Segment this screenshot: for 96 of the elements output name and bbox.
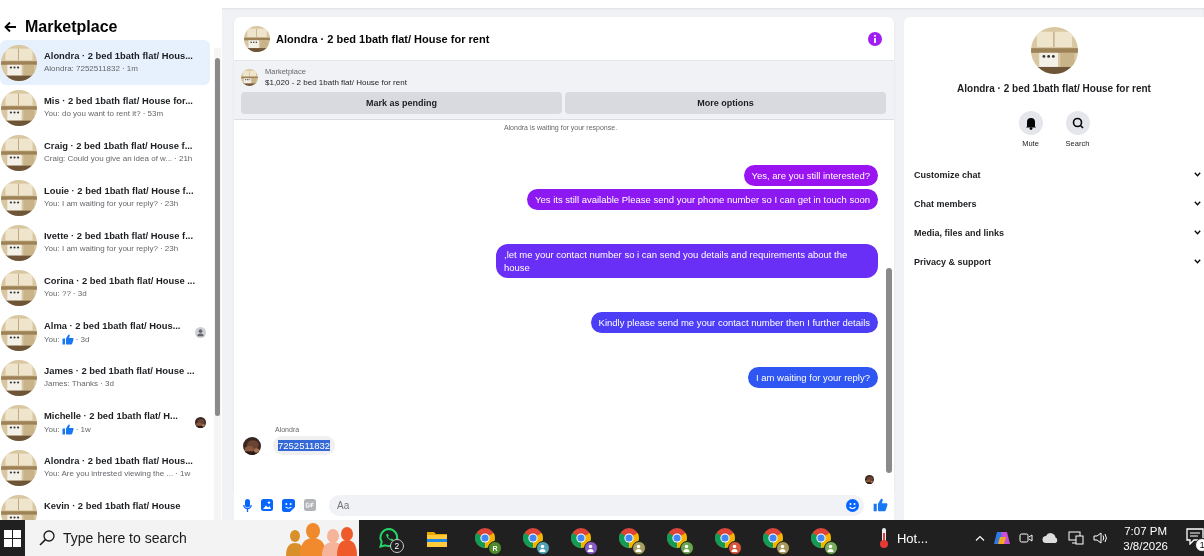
listing-action-button[interactable]: More options [565, 92, 886, 114]
browser-icon[interactable] [521, 527, 550, 555]
windows-start-icon[interactable] [4, 529, 21, 547]
message-time: · 21h [174, 154, 193, 163]
chevron-icon[interactable] [1194, 230, 1201, 235]
listing-action-button[interactable]: Mark as pending [241, 92, 562, 114]
chat-title: Alondra · 2 bed 1bath flat/ House for rent [276, 32, 491, 45]
section-header[interactable]: Media, files and links [914, 218, 1201, 247]
conversation-item[interactable]: James · 2 bed 1bath flat/ House ... James: Thanks · 3d [0, 355, 210, 400]
message-time: · 53m [142, 109, 164, 118]
bell-icon[interactable] [1018, 111, 1043, 135]
conversation-title: Alondra · 2 bed 1bath flat/ Hous... [44, 455, 194, 466]
chevron-icon[interactable] [1194, 201, 1201, 206]
image-icon[interactable] [261, 499, 273, 511]
browser-icon[interactable] [761, 527, 790, 555]
volume-icon[interactable] [1093, 531, 1110, 545]
network-icon[interactable] [1068, 531, 1085, 545]
conversation-title: James · 2 bed 1bath flat/ House ... [44, 365, 196, 376]
browser-icon[interactable] [713, 527, 742, 555]
message-preview: You: do you want to rent it? [44, 109, 141, 118]
page-title: Marketplace [25, 18, 118, 36]
browser-icon[interactable] [665, 527, 694, 555]
conversation-title: Craig · 2 bed 1bath flat/ House f... [44, 140, 194, 151]
folder-icon[interactable] [426, 529, 447, 547]
message-bubble: 7252511832 [273, 436, 336, 455]
message-time: · 3d [75, 335, 90, 344]
conversation-item[interactable]: Michelle · 2 bed 1bath flat/ H... You: · 1w [0, 400, 210, 445]
message-time: · 3d [72, 289, 87, 298]
browser-icon[interactable] [569, 527, 598, 555]
message-time: · 1w [175, 469, 191, 478]
contact-name: Alondra · 2 bed 1bath flat/ House for rent [957, 83, 1151, 94]
message-preview: You: [44, 335, 60, 344]
conversation-item[interactable]: Mis · 2 bed 1bath flat/ House for... You: do you want to rent it? · 53m [0, 85, 210, 130]
listing-summary: $1,020 - 2 bed 1bath flat/ House for rent [265, 78, 407, 87]
conversation-item[interactable]: Alma · 2 bed 1bath flat/ Hous... You: · 3d [0, 310, 210, 355]
conversation-title: Mis · 2 bed 1bath flat/ House for... [44, 95, 194, 106]
person-icon [195, 327, 206, 338]
conversation-title: Ivette · 2 bed 1bath flat/ House f... [44, 230, 194, 241]
message-input[interactable]: Aa [329, 494, 864, 516]
message-preview: You: I am waiting for your reply? [44, 199, 158, 208]
cloud-icon[interactable] [1042, 532, 1060, 544]
sticker-icon[interactable] [282, 498, 295, 512]
microphone-icon[interactable] [243, 498, 252, 512]
message-bubble: ,let me your contact number so i can send you details and requirements about the house [496, 244, 878, 278]
clock-date[interactable]: 3/8/2026 [1123, 539, 1168, 552]
message-time: · 23h [160, 244, 179, 253]
camera-icon[interactable] [1019, 531, 1034, 545]
conversation-title: Kevin · 2 bed 1bath flat/ House [44, 500, 182, 511]
message-preview: Craig: Could you give an idea of w... [44, 154, 173, 163]
info-icon[interactable] [868, 31, 882, 46]
search-icon[interactable] [1065, 111, 1090, 135]
scrollbar-thumb[interactable] [886, 268, 892, 473]
thermometer-icon[interactable] [878, 527, 889, 549]
scrollbar-thumb[interactable] [215, 58, 220, 416]
conversation-item[interactable]: Alondra · 2 bed 1bath flat/ Hous... You: Are you intrested viewing the ... · 1w [0, 445, 210, 490]
chevron-up-icon[interactable] [975, 535, 986, 541]
chat-bubble-icon[interactable] [377, 527, 400, 549]
weather-text[interactable]: Hot... [896, 530, 929, 546]
message-preview: James: Thanks [44, 379, 99, 388]
conversation-title: Corina · 2 bed 1bath flat/ House ... [44, 275, 197, 286]
section-header[interactable]: Customize chat [914, 160, 1201, 189]
clock-time[interactable]: 7:07 PM [1124, 524, 1168, 537]
conversation-item[interactable]: Louie · 2 bed 1bath flat/ House f... You: I am waiting for your reply? · 23h [0, 175, 210, 220]
back-arrow-icon[interactable] [4, 21, 17, 33]
message-preview: You: Are you intrested viewing the ... [44, 469, 174, 478]
conversation-item[interactable]: Corina · 2 bed 1bath flat/ House ... You: ?? · 3d [0, 265, 210, 310]
message-time: · 1w [75, 425, 91, 434]
message-time: · 23h [160, 199, 179, 208]
message-preview: You: ?? [44, 289, 71, 298]
conversation-title: Alma · 2 bed 1bath flat/ Hous... [44, 320, 182, 331]
search-icon [38, 530, 55, 546]
browser-icon[interactable] [809, 527, 838, 555]
section-header[interactable]: Privacy & support [914, 247, 1201, 276]
conversation-item[interactable]: Ivette · 2 bed 1bath flat/ House f... You: I am waiting for your reply? · 23h [0, 220, 210, 265]
conversation-title: Louie · 2 bed 1bath flat/ House f... [44, 185, 195, 196]
thumbs-up-icon[interactable] [873, 498, 888, 512]
message-bubble: Yes, are you still interested? [743, 165, 878, 186]
message-bubble: Kindly please send me your contact number then I further details [590, 312, 878, 333]
conversation-item[interactable]: Craig · 2 bed 1bath flat/ House f... Craig: Could you give an idea of w... · 21h [0, 130, 210, 175]
message-bubble: I am waiting for your reply? [747, 367, 878, 388]
message-preview: You: [44, 425, 60, 434]
section-header[interactable]: Chat members [914, 189, 1201, 218]
notification-badge: 2 [389, 539, 404, 553]
notification-count: 1 [1195, 537, 1204, 552]
message-bubble: Yes its still available Please send your phone number so I can get in touch soon [527, 189, 878, 210]
message-preview: Alondra: 7252511832 [44, 64, 120, 73]
conversation-title: Michelle · 2 bed 1bath flat/ H... [44, 410, 179, 421]
conversation-item[interactable]: Alondra · 2 bed 1bath flat/ Hous... Alondra: 7252511832 · 1m [0, 40, 210, 85]
browser-icon[interactable] [617, 527, 646, 555]
message-time: · 3d [100, 379, 114, 388]
conversation-title: Alondra · 2 bed 1bath flat/ Hous... [44, 50, 194, 61]
message-time: · 1m [121, 64, 138, 73]
chevron-icon[interactable] [1194, 259, 1201, 264]
chevron-icon[interactable] [1194, 172, 1201, 177]
emoji-icon[interactable] [846, 498, 859, 512]
message-preview: You: I am waiting for your reply? [44, 244, 158, 253]
